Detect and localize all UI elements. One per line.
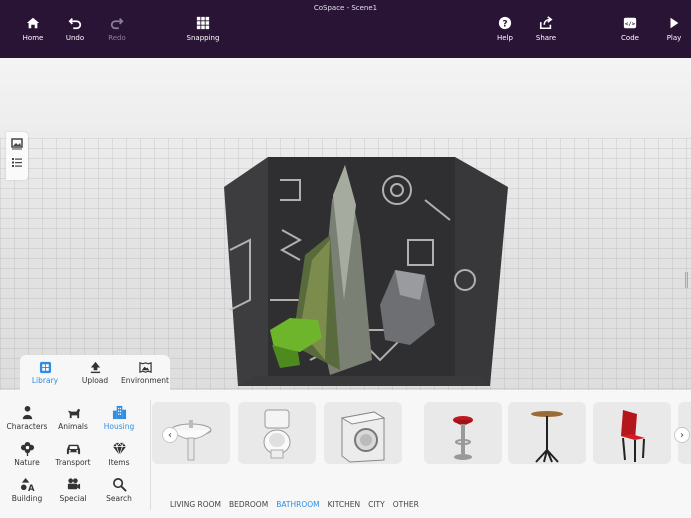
tab-upload-label: Upload bbox=[81, 375, 109, 385]
tab-upload[interactable]: Upload bbox=[70, 355, 120, 390]
tab-environment[interactable]: Environment bbox=[120, 355, 170, 390]
svg-text:?: ? bbox=[502, 20, 507, 30]
person-icon bbox=[22, 405, 32, 420]
help-button[interactable]: ? Help bbox=[494, 0, 516, 58]
category-housing[interactable]: Housing bbox=[96, 400, 142, 436]
category-building[interactable]: A Building bbox=[4, 472, 50, 508]
redo-icon bbox=[110, 18, 124, 30]
top-toolbar: CoSpace - Scene1 Home Undo Redo Snapping… bbox=[0, 0, 691, 58]
category-label: Special bbox=[59, 494, 87, 503]
undo-button[interactable]: Undo bbox=[62, 0, 88, 58]
red-chair-thumbnail bbox=[621, 410, 645, 462]
car-icon bbox=[66, 444, 80, 455]
upload-icon bbox=[90, 361, 100, 373]
subcategory-bedroom[interactable]: BEDROOM bbox=[229, 500, 268, 509]
svg-text:A: A bbox=[27, 483, 34, 492]
category-label: Building bbox=[11, 494, 43, 503]
item-card-washing-machine[interactable] bbox=[324, 402, 402, 464]
shapes-icon: A bbox=[20, 477, 34, 492]
category-label: Characters bbox=[6, 422, 48, 431]
category-label: Items bbox=[108, 458, 130, 467]
tab-library-label: Library bbox=[31, 375, 59, 385]
category-special[interactable]: Special bbox=[50, 472, 96, 508]
toilet-thumbnail bbox=[263, 409, 291, 459]
category-items[interactable]: Items bbox=[96, 436, 142, 472]
item-card-toilet[interactable] bbox=[238, 402, 316, 464]
code-label: Code bbox=[621, 34, 639, 42]
carousel-prev-button[interactable]: ‹ bbox=[162, 427, 178, 443]
snapping-button[interactable]: Snapping bbox=[184, 0, 222, 58]
category-search[interactable]: Search bbox=[96, 472, 142, 508]
category-animals[interactable]: Animals bbox=[50, 400, 96, 436]
buildings-icon bbox=[112, 405, 126, 420]
help-icon: ? bbox=[498, 16, 512, 30]
subcategory-other[interactable]: OTHER bbox=[393, 500, 419, 509]
item-card-bar-table[interactable] bbox=[508, 402, 586, 464]
bar-table-thumbnail bbox=[531, 411, 563, 463]
subcategory-city[interactable]: CITY bbox=[368, 500, 385, 509]
camera-icon bbox=[67, 478, 80, 490]
tab-environment-label: Environment bbox=[121, 375, 169, 385]
library-tabs: Library Upload Environment bbox=[20, 355, 170, 390]
left-tool-panel bbox=[6, 132, 28, 180]
category-label: Transport bbox=[55, 458, 91, 467]
share-label: Share bbox=[535, 34, 557, 42]
play-label: Play bbox=[666, 34, 682, 42]
chevron-right-icon: › bbox=[680, 429, 684, 441]
item-card-red-chair[interactable] bbox=[593, 402, 671, 464]
environment-icon bbox=[138, 361, 152, 373]
code-icon: </> bbox=[623, 17, 637, 29]
share-button[interactable]: Share bbox=[533, 0, 559, 58]
flower-icon bbox=[20, 441, 34, 456]
library-icon bbox=[39, 361, 51, 373]
item-carousel bbox=[152, 402, 691, 478]
play-button[interactable]: Play bbox=[662, 0, 686, 58]
category-transport[interactable]: Transport bbox=[50, 436, 96, 472]
undo-icon bbox=[68, 18, 82, 30]
tab-library[interactable]: Library bbox=[20, 355, 70, 390]
redo-label: Redo bbox=[108, 34, 126, 42]
share-icon bbox=[539, 16, 553, 30]
item-card-bar-stool[interactable] bbox=[424, 402, 502, 464]
category-nature[interactable]: Nature bbox=[4, 436, 50, 472]
category-label: Nature bbox=[14, 458, 40, 467]
home-label: Home bbox=[22, 34, 44, 42]
grid-icon bbox=[196, 16, 210, 30]
home-button[interactable]: Home bbox=[20, 0, 46, 58]
gem-icon bbox=[112, 442, 126, 456]
category-characters[interactable]: Characters bbox=[4, 400, 50, 436]
category-label: Search bbox=[106, 494, 132, 503]
library-panel: Characters Animals Housing Nature Transp… bbox=[0, 390, 691, 518]
dog-icon bbox=[67, 408, 80, 419]
category-label: Housing bbox=[103, 422, 135, 431]
code-button[interactable]: </> Code bbox=[618, 0, 642, 58]
resize-handle[interactable] bbox=[685, 272, 688, 288]
chevron-left-icon: ‹ bbox=[168, 429, 172, 441]
washing-machine-thumbnail bbox=[340, 411, 386, 463]
gallery-icon[interactable] bbox=[11, 138, 23, 150]
subcategory-living-room[interactable]: LIVING ROOM bbox=[170, 500, 221, 509]
category-label: Animals bbox=[58, 422, 88, 431]
subcategory-bathroom[interactable]: BATHROOM bbox=[276, 500, 319, 509]
svg-text:</>: </> bbox=[625, 22, 636, 28]
undo-label: Undo bbox=[65, 34, 85, 42]
search-icon bbox=[112, 478, 127, 492]
panel-divider bbox=[150, 400, 151, 510]
home-icon bbox=[26, 17, 40, 29]
help-label: Help bbox=[497, 34, 513, 42]
bar-stool-thumbnail bbox=[453, 416, 473, 460]
category-grid: Characters Animals Housing Nature Transp… bbox=[4, 400, 146, 508]
subcategory-bar: LIVING ROOM BEDROOM BATHROOM KITCHEN CIT… bbox=[170, 500, 419, 509]
subcategory-kitchen[interactable]: KITCHEN bbox=[328, 500, 361, 509]
snapping-label: Snapping bbox=[186, 34, 220, 42]
redo-button[interactable]: Redo bbox=[104, 0, 130, 58]
list-icon[interactable] bbox=[11, 156, 23, 168]
play-icon bbox=[670, 17, 679, 29]
carousel-next-button[interactable]: › bbox=[674, 427, 690, 443]
